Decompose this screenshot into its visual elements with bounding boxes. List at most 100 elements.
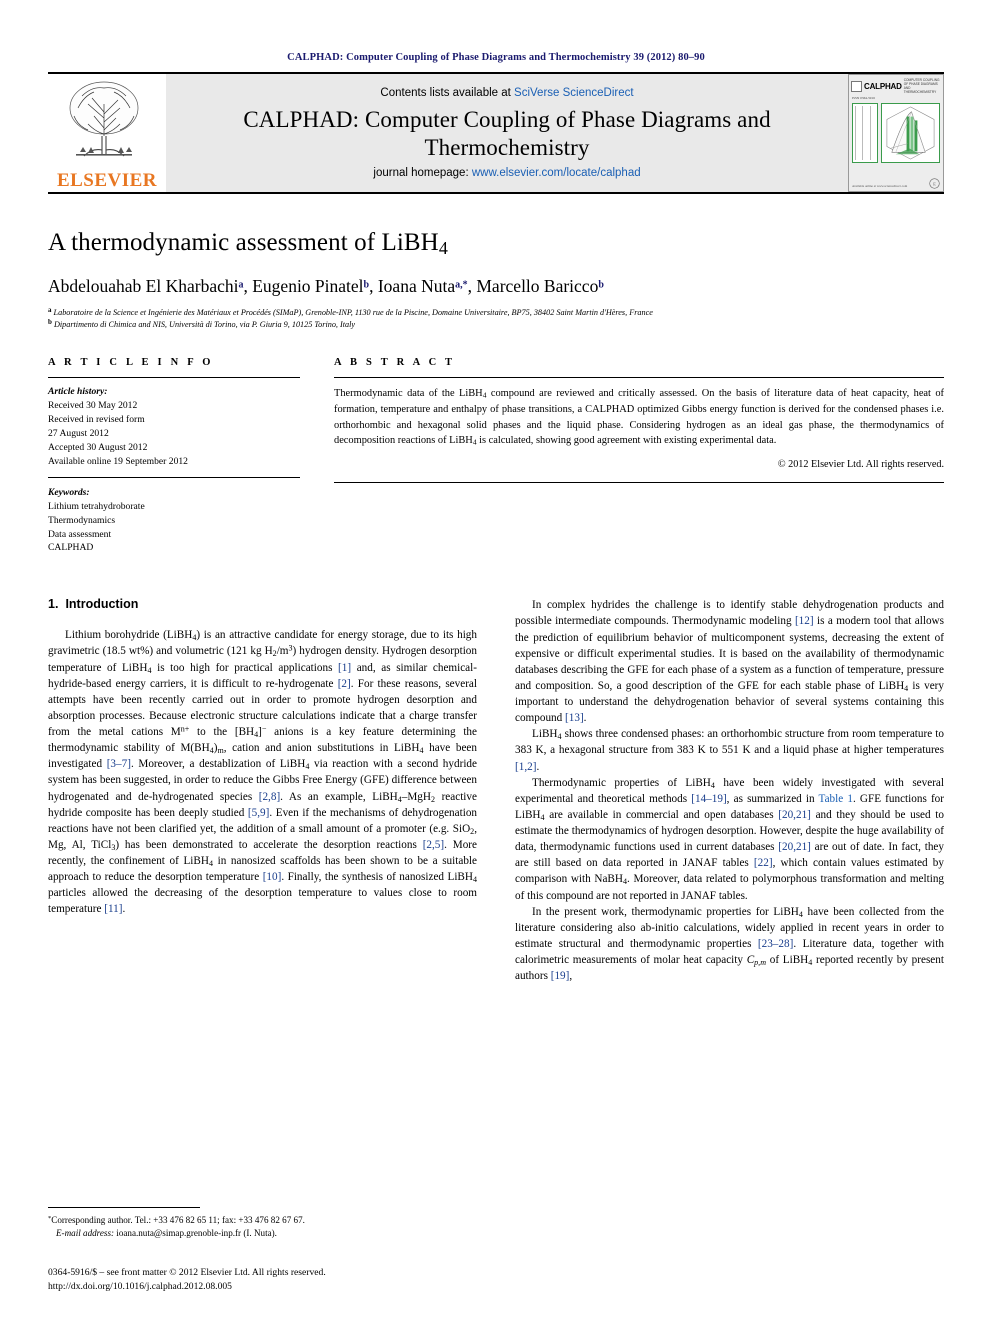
divider xyxy=(334,377,944,379)
contents-prefix: Contents lists available at xyxy=(380,87,515,100)
article-info-heading: A R T I C L E I N F O xyxy=(48,357,214,369)
cover-brand-subtitle: COMPUTER COUPLING OF PHASE DIAGRAMS AND … xyxy=(903,78,940,94)
footer-area: *Corresponding author. Tel.: +33 476 82 … xyxy=(48,1206,478,1293)
author-name: Ioana Nuta xyxy=(377,276,456,296)
corresponding-author-text: Corresponding author. Tel.: +33 476 82 6… xyxy=(51,1214,305,1225)
doi-link[interactable]: http://dx.doi.org/10.1016/j.calphad.2012… xyxy=(48,1280,478,1293)
citation-link[interactable]: [12] xyxy=(795,615,814,627)
title-block: A thermodynamic assessment of LiBH4 Abde… xyxy=(48,228,944,331)
table-link[interactable]: Table 1 xyxy=(819,793,853,805)
history-item: Received 30 May 2012 xyxy=(48,400,138,412)
elsevier-seal-icon: E xyxy=(929,178,940,189)
affiliation-mark: a xyxy=(48,305,52,314)
author-affil-mark: b xyxy=(598,279,604,291)
affiliation-b: b Dipartimento di Chimica and NIS, Unive… xyxy=(48,317,944,331)
citation-link[interactable]: [23–28] xyxy=(758,938,793,950)
citation-link[interactable]: [14–19] xyxy=(691,793,726,805)
paragraph: Thermodynamic properties of LiBH4 have b… xyxy=(515,776,945,902)
history-item: Accepted 30 August 2012 xyxy=(48,441,148,453)
divider xyxy=(48,377,300,379)
author-name: Marcello Baricco xyxy=(476,276,599,296)
abstract-heading: A B S T R A C T xyxy=(334,357,456,369)
cover-body xyxy=(849,100,943,166)
citation-link[interactable]: [1,2] xyxy=(515,761,536,773)
journal-homepage-line: journal homepage: www.elsevier.com/locat… xyxy=(373,167,640,179)
section-title: Introduction xyxy=(65,597,139,612)
keyword-item: CALPHAD xyxy=(48,542,94,554)
citation-link[interactable]: [22] xyxy=(754,857,773,869)
divider xyxy=(48,476,300,478)
affiliation-text: Laboratoire de la Science et Ingénierie … xyxy=(53,307,653,317)
author-entry: Eugenio Pinatelb, xyxy=(252,276,378,296)
journal-band: Contents lists available at SciVerse Sci… xyxy=(166,74,848,192)
footnote-divider xyxy=(48,1206,200,1208)
citation-link[interactable]: [10] xyxy=(263,871,282,883)
citation-link[interactable]: [5,9] xyxy=(248,807,269,819)
cover-bars-graphic xyxy=(852,103,878,164)
title-main: A thermodynamic assessment of LiBH xyxy=(48,229,439,256)
cover-square-icon xyxy=(851,80,862,92)
cover-footer: Available online at www.sciencedirect.co… xyxy=(852,178,940,189)
sciencedirect-link[interactable]: SciVerse ScienceDirect xyxy=(514,87,634,99)
keywords-label: Keywords: xyxy=(48,486,90,498)
author-entry: Ioana Nutaa,*, xyxy=(378,276,477,296)
journal-homepage-link[interactable]: www.elsevier.com/locate/calphad xyxy=(472,167,641,179)
citation-link[interactable]: [19] xyxy=(551,970,570,982)
section-heading-introduction: 1. Introduction xyxy=(48,597,477,611)
divider xyxy=(334,481,944,483)
citation-link[interactable]: [1] xyxy=(338,662,351,674)
running-head: CALPHAD: Computer Coupling of Phase Diag… xyxy=(287,52,705,63)
email-address-link[interactable]: ioana.nuta@simap.grenoble-inp.fr (I. Nut… xyxy=(116,1228,277,1238)
email-label: E-mail address: xyxy=(56,1227,115,1238)
paragraph: In complex hydrides the challenge is to … xyxy=(515,599,944,725)
author-entry: Marcello Bariccob xyxy=(476,276,604,296)
citation-link[interactable]: [13] xyxy=(565,712,584,724)
section-number: 1. xyxy=(48,597,59,612)
author-separator: , xyxy=(243,276,253,296)
paragraph: LiBH4 shows three condensed phases: an o… xyxy=(515,728,944,773)
keyword-item: Data assessment xyxy=(48,528,112,540)
corresponding-author-footnote: *Corresponding author. Tel.: +33 476 82 … xyxy=(48,1214,478,1240)
keyword-item: Thermodynamics xyxy=(48,514,116,526)
paragraph: Lithium borohydride (LiBH4) is an attrac… xyxy=(48,629,478,916)
author-name: Eugenio Pinatel xyxy=(252,276,364,296)
cover-footer-text: Available online at www.sciencedirect.co… xyxy=(852,184,908,189)
paragraph: In the present work, thermodynamic prope… xyxy=(515,905,944,983)
cover-brand: CALPHAD xyxy=(864,81,902,91)
affiliation-mark: b xyxy=(48,317,52,326)
issn-footer: 0364-5916/$ – see front matter © 2012 El… xyxy=(48,1266,478,1293)
body-column-right: In complex hydrides the challenge is to … xyxy=(515,597,944,984)
homepage-prefix: journal homepage: xyxy=(373,166,472,179)
citation-link[interactable]: [2] xyxy=(338,678,351,690)
affiliation-text: Dipartimento di Chimica and NIS, Univers… xyxy=(53,320,356,330)
journal-masthead: ELSEVIER Contents lists available at Sci… xyxy=(48,72,944,194)
page-title: A thermodynamic assessment of LiBH4 xyxy=(48,228,944,258)
article-history: Article history: Received 30 May 2012 Re… xyxy=(48,385,300,468)
affiliation-a: a Laboratoire de la Science et Ingénieri… xyxy=(48,305,944,319)
author-name: Abdelouahab El Kharbachi xyxy=(48,276,239,296)
journal-title: CALPHAD: Computer Coupling of Phase Diag… xyxy=(243,107,771,160)
article-history-label: Article history: xyxy=(48,386,108,398)
citation-link[interactable]: [11] xyxy=(104,903,122,915)
cover-title-row: CALPHAD COMPUTER COUPLING OF PHASE DIAGR… xyxy=(849,75,943,94)
citation-link[interactable]: [2,8] xyxy=(259,791,280,803)
body-columns: 1. Introduction Lithium borohydride (LiBH… xyxy=(48,597,944,984)
citation-link[interactable]: [2,5] xyxy=(423,839,444,851)
abstract-column: A B S T R A C T Thermodynamic data of th… xyxy=(334,357,944,555)
body-column-left: 1. Introduction Lithium borohydride (LiBH… xyxy=(48,597,477,984)
citation-link[interactable]: [3–7] xyxy=(107,758,131,770)
elsevier-logo: ELSEVIER xyxy=(48,74,166,192)
contents-available-line: Contents lists available at SciVerse Sci… xyxy=(380,87,633,99)
abstract-text: Thermodynamic data of the LiBH4 compound… xyxy=(334,388,945,447)
keywords-block: Keywords: Lithium tetrahydroborate Therm… xyxy=(48,486,300,556)
keyword-item: Lithium tetrahydroborate xyxy=(48,500,145,512)
cover-phase-diagram-graphic xyxy=(881,103,940,164)
author-list: Abdelouahab El Kharbachia, Eugenio Pinat… xyxy=(48,275,944,298)
citation-link[interactable]: [20,21] xyxy=(778,809,811,821)
title-subscript: 4 xyxy=(438,237,448,258)
author-affil-mark: a,* xyxy=(455,279,468,291)
author-separator: , xyxy=(369,276,378,296)
elsevier-wordmark: ELSEVIER xyxy=(56,170,158,191)
history-item: Received in revised form xyxy=(48,414,145,426)
citation-link[interactable]: [20,21] xyxy=(778,841,811,853)
